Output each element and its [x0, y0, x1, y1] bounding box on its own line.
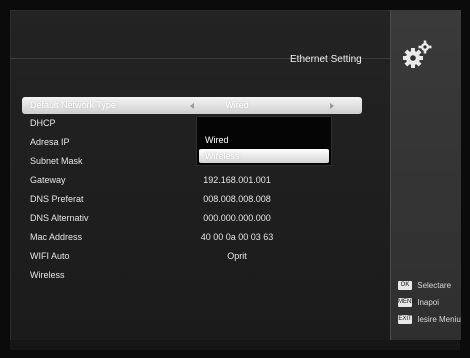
- ok-key-icon: OK: [398, 281, 412, 291]
- menu-row-label: Gateway: [30, 175, 66, 185]
- dropdown-option-wired[interactable]: Wired: [199, 133, 329, 147]
- menu-row-value: Oprit: [227, 251, 247, 261]
- dropdown-option-wireless[interactable]: Wireless: [199, 149, 329, 163]
- tv-screen: Ethernet Setting Default Network Type Wi…: [0, 0, 470, 358]
- legend-label: Iesire Meniu: [417, 315, 461, 324]
- bottom-band: [10, 340, 460, 350]
- menu-row-label: Wireless: [30, 270, 65, 280]
- legend-ok: OK Selectare: [398, 280, 451, 292]
- menu-row-label: Default Network Type: [30, 100, 116, 110]
- menu-row-label: WIFI Auto: [30, 251, 70, 261]
- menu-row-value: 000.000.000.000: [203, 213, 271, 223]
- page-title: Ethernet Setting: [290, 54, 362, 65]
- legend-exit: EXIT Iesire Meniu: [398, 314, 461, 326]
- menu-row-label: Adresa IP: [30, 137, 70, 147]
- menu-row-gateway[interactable]: Gateway 192.168.001.001: [22, 172, 362, 189]
- menu-row-label: Subnet Mask: [30, 156, 83, 166]
- menu-row-value: 40 00 0a 00 03 63: [200, 232, 274, 242]
- exit-key-icon: EXIT: [398, 315, 412, 325]
- legend-label: Inapoi: [417, 298, 440, 307]
- menu-key-icon: MENU: [398, 298, 416, 308]
- menu-row-label: DNS Preferat: [30, 194, 84, 204]
- menu-row-value: 008.008.008.008: [203, 194, 271, 204]
- menu-row-mac-address[interactable]: Mac Address 40 00 0a 00 03 63: [22, 229, 362, 246]
- menu-row-value: 192.168.001.001: [203, 175, 271, 185]
- network-type-dropdown[interactable]: Wired Wireless: [196, 116, 332, 166]
- menu-row-label: DHCP: [30, 118, 56, 128]
- menu-row-label: Mac Address: [30, 232, 83, 242]
- legend-menu: MENU Inapoi: [398, 297, 439, 309]
- settings-gears-icon: [403, 40, 432, 68]
- menu-row-dns-alternate[interactable]: DNS Alternativ 000.000.000.000: [22, 210, 362, 227]
- legend-label: Selectare: [417, 281, 452, 290]
- menu-row-label: DNS Alternativ: [30, 213, 89, 223]
- arrow-right-icon[interactable]: [330, 103, 334, 109]
- menu-row-wifi-auto[interactable]: WIFI Auto Oprit: [22, 248, 362, 265]
- menu-row-value: Wired: [225, 100, 249, 110]
- menu-row-wireless[interactable]: Wireless: [22, 267, 362, 284]
- menu-row-dns-preferred[interactable]: DNS Preferat 008.008.008.008: [22, 191, 362, 208]
- menu-row-network-type[interactable]: Default Network Type Wired: [22, 97, 362, 114]
